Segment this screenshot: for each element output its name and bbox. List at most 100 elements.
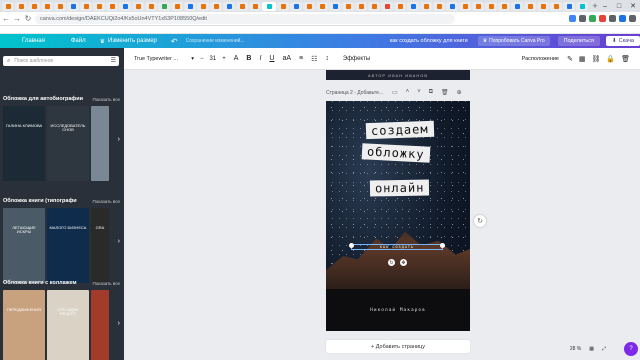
template-thumbnail[interactable] <box>91 290 109 360</box>
browser-tab[interactable] <box>459 1 471 11</box>
close-window-button[interactable]: ✕ <box>626 0 640 12</box>
grid-view-icon[interactable]: ▦ <box>589 346 594 352</box>
filter-icon[interactable]: ☰ <box>111 57 116 64</box>
font-size-value[interactable]: 31 <box>210 56 217 62</box>
browser-tab[interactable] <box>316 1 328 11</box>
template-thumbnail[interactable]: ГАЛИНА КЛИМОВА <box>3 106 45 181</box>
template-search-input[interactable]: ⌕ Поиск шаблонов ☰ <box>3 56 119 66</box>
selected-subtitle-box[interactable]: КАК СОЗДАТЬ <box>351 244 443 250</box>
share-button[interactable]: Поделиться <box>557 36 601 46</box>
browser-tab[interactable] <box>420 1 432 11</box>
delete-page-icon[interactable]: 🗑 <box>441 89 449 96</box>
browser-tab[interactable] <box>394 1 406 11</box>
browser-tab[interactable] <box>329 1 341 11</box>
show-all-link[interactable]: Показать все <box>93 97 120 102</box>
browser-tab[interactable] <box>249 1 261 11</box>
browser-tab[interactable] <box>158 1 170 11</box>
transparency-icon[interactable]: ▦ <box>579 55 586 63</box>
decrease-size-button[interactable]: − <box>200 56 204 62</box>
template-thumbnail[interactable]: МАЛОГО БИЗНЕСА <box>47 208 89 283</box>
browser-tab[interactable] <box>93 1 105 11</box>
browser-tab[interactable] <box>303 1 315 11</box>
browser-tab[interactable] <box>524 1 536 11</box>
maximize-button[interactable]: □ <box>612 0 626 12</box>
copy-style-icon[interactable]: ✎ <box>567 55 573 63</box>
template-thumbnail[interactable]: ПЕРЕДВИЖЕНИЯ <box>3 290 45 360</box>
add-page-button[interactable]: + Добавить страницу <box>326 340 470 353</box>
rotate-handle-icon[interactable]: ↻ <box>388 259 395 266</box>
download-button[interactable]: ⬇ Скача <box>606 36 640 46</box>
extension-icon[interactable] <box>569 15 576 22</box>
scroll-right-icon[interactable]: › <box>118 136 120 143</box>
forward-icon[interactable]: → <box>12 14 22 23</box>
template-thumbnail[interactable] <box>91 106 109 181</box>
duplicate-page-icon[interactable]: ⧉ <box>429 89 433 96</box>
extension-icon[interactable] <box>629 15 636 22</box>
browser-tab[interactable] <box>355 1 367 11</box>
browser-tab[interactable] <box>197 1 209 11</box>
browser-tab[interactable] <box>28 1 40 11</box>
browser-tab[interactable] <box>236 1 248 11</box>
increase-size-button[interactable]: + <box>222 56 226 62</box>
previous-page[interactable]: АВТОР ИВАН ИВАНОВ <box>326 70 470 80</box>
author-name[interactable]: Николай Макаров <box>326 308 470 313</box>
add-page-icon[interactable]: ⊕ <box>457 89 462 96</box>
delete-icon[interactable]: 🗑 <box>621 55 630 63</box>
fullscreen-icon[interactable]: ⤢ <box>602 346 606 352</box>
browser-tab[interactable] <box>446 1 458 11</box>
browser-tab[interactable] <box>342 1 354 11</box>
align-center-icon[interactable]: ≡ <box>299 55 303 62</box>
browser-tab[interactable] <box>2 1 14 11</box>
move-handle-icon[interactable]: ✥ <box>400 259 407 266</box>
browser-tab[interactable] <box>277 1 289 11</box>
italic-icon[interactable]: I <box>259 55 261 62</box>
browser-tab[interactable] <box>119 1 131 11</box>
browser-tab[interactable] <box>511 1 523 11</box>
notes-icon[interactable]: ▭ <box>392 89 398 96</box>
chevron-down-icon[interactable]: ˅ <box>417 89 421 96</box>
browser-tab[interactable] <box>15 1 27 11</box>
browser-tab[interactable] <box>132 1 144 11</box>
browser-tab[interactable] <box>210 1 222 11</box>
title-word-1[interactable]: создаем <box>365 120 434 140</box>
extension-icon[interactable] <box>579 15 586 22</box>
template-thumbnail[interactable]: СТО ОДИН РЕЦЕПТ <box>47 290 89 360</box>
show-all-link[interactable]: Показать все <box>93 281 120 286</box>
back-icon[interactable]: ← <box>1 14 11 23</box>
browser-tab[interactable] <box>563 1 575 11</box>
browser-tab[interactable] <box>472 1 484 11</box>
document-title[interactable]: как создать обложку для книги <box>390 38 468 44</box>
browser-tab[interactable] <box>368 1 380 11</box>
try-pro-button[interactable]: ♛ Попробовать Canva Pro <box>477 36 550 46</box>
minimize-button[interactable]: – <box>598 0 612 12</box>
url-input[interactable]: canva.com/design/DAEKCUQi2o4/Ks5oUn4VTY1… <box>35 13 455 24</box>
lock-icon[interactable]: 🔒 <box>606 55 615 63</box>
file-menu[interactable]: Файл <box>71 38 86 44</box>
browser-tab[interactable] <box>485 1 497 11</box>
font-selector[interactable]: True Typewriter ... ▾ <box>134 56 194 62</box>
title-word-3[interactable]: онлайн <box>369 179 430 197</box>
home-link[interactable]: Главная <box>22 38 45 44</box>
browser-tab[interactable] <box>290 1 302 11</box>
underline-icon[interactable]: U <box>269 55 274 62</box>
browser-tab[interactable] <box>433 1 445 11</box>
browser-tab[interactable] <box>67 1 79 11</box>
browser-tab[interactable] <box>576 1 588 11</box>
bold-icon[interactable]: B <box>246 55 251 62</box>
link-icon[interactable]: ⛓ <box>592 55 601 63</box>
uppercase-icon[interactable]: aA <box>282 55 291 62</box>
text-color-icon[interactable]: A <box>234 55 239 62</box>
page-label[interactable]: Страница 2 - Добавьте... <box>326 90 383 96</box>
browser-tab[interactable] <box>262 1 276 11</box>
browser-tab[interactable] <box>54 1 66 11</box>
browser-tab[interactable] <box>223 1 235 11</box>
browser-tab[interactable] <box>537 1 549 11</box>
help-button[interactable]: ? <box>624 342 638 356</box>
browser-tab[interactable] <box>407 1 419 11</box>
extension-icon[interactable] <box>609 15 616 22</box>
browser-tab[interactable] <box>80 1 92 11</box>
browser-tab[interactable] <box>498 1 510 11</box>
resize-handle-left[interactable] <box>349 243 354 248</box>
browser-tab[interactable] <box>550 1 562 11</box>
template-thumbnail[interactable]: ЛЕТАЮЩИЕ ИСКРЫ <box>3 208 45 283</box>
